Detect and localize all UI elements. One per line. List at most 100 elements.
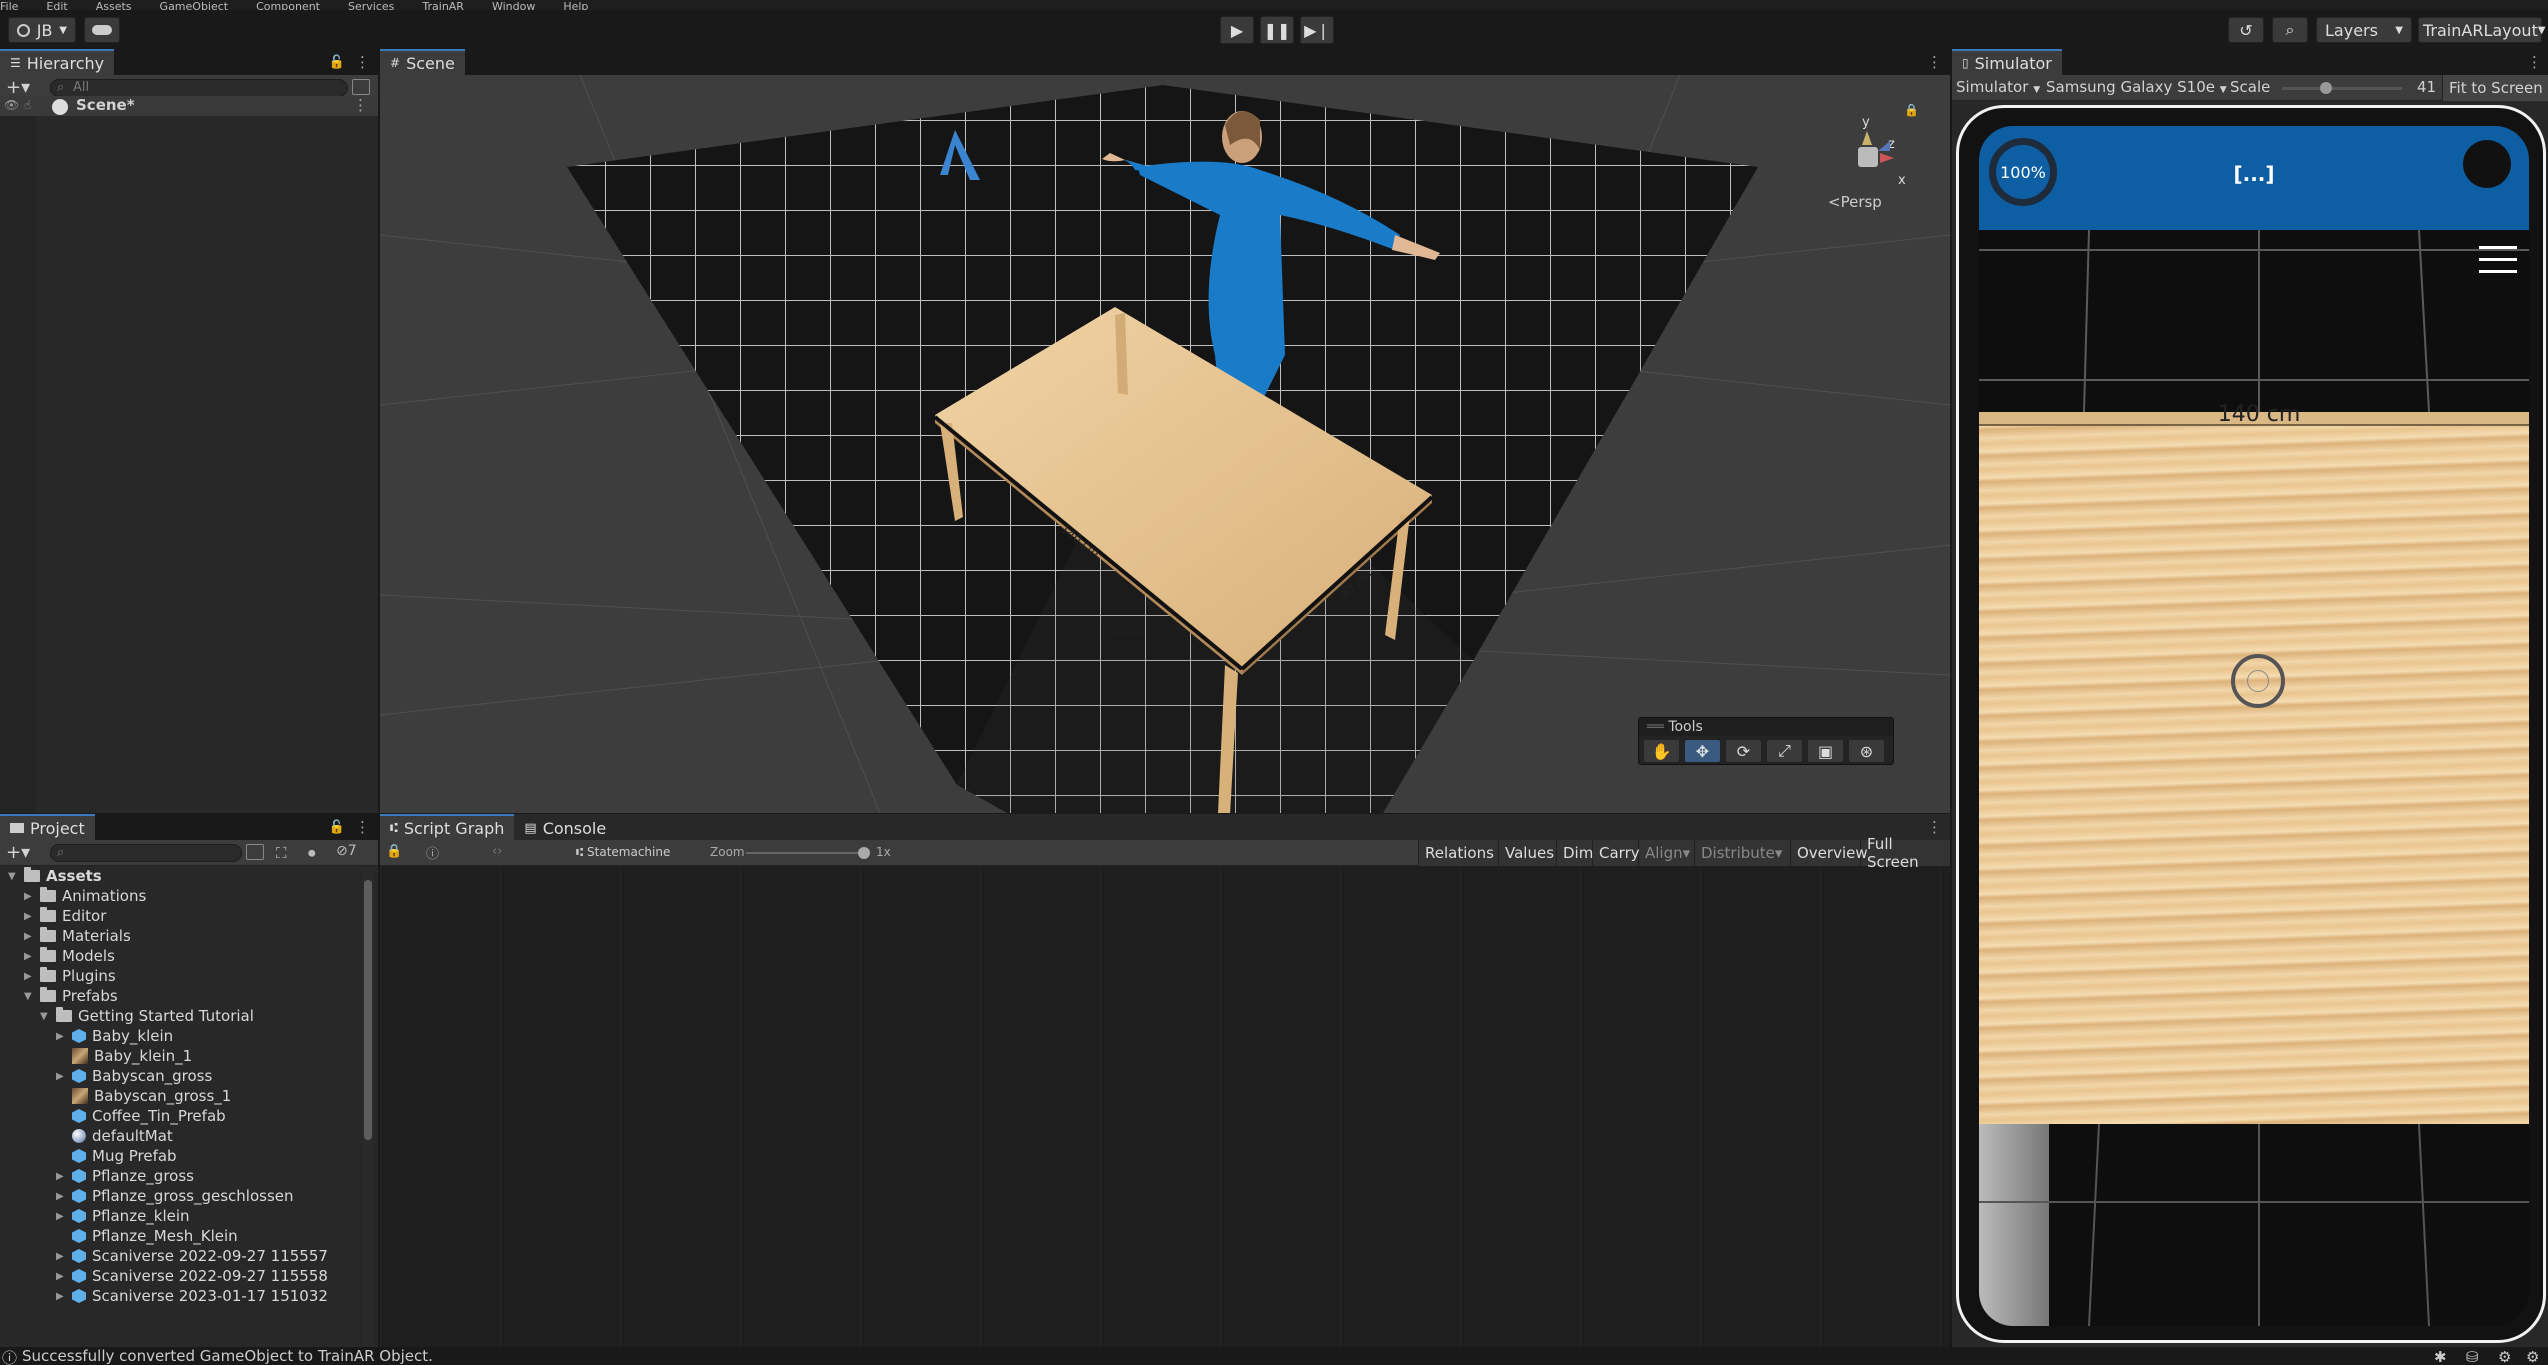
account-dropdown[interactable]: JB ▼ bbox=[8, 17, 76, 43]
collapsed-arrow-icon[interactable]: ▶ bbox=[56, 1211, 66, 1222]
search-by-type-icon[interactable] bbox=[246, 844, 264, 860]
project-tree-row[interactable]: ▼ Getting Started Tutorial bbox=[0, 1006, 254, 1026]
lock-icon[interactable]: 🔓 bbox=[329, 55, 345, 70]
project-tree-row[interactable]: ▶ Pflanze_klein bbox=[0, 1206, 190, 1226]
project-tree-row[interactable]: ▶ Editor bbox=[0, 906, 106, 926]
collapsed-arrow-icon[interactable]: ▶ bbox=[24, 891, 34, 902]
scale-slider[interactable] bbox=[2282, 82, 2402, 94]
play-button[interactable]: ▶ bbox=[1220, 16, 1254, 44]
collapsed-arrow-icon[interactable]: ▶ bbox=[56, 1031, 66, 1042]
menu-item-window[interactable]: Window bbox=[492, 1, 535, 10]
hand-tool-button[interactable]: ✋ bbox=[1643, 739, 1680, 763]
kebab-menu-icon[interactable]: ⋮ bbox=[1927, 818, 1942, 836]
scale-tool-button[interactable]: ⤢ bbox=[1766, 739, 1803, 763]
project-search-input[interactable]: ⌕ bbox=[50, 844, 242, 862]
layers-dropdown[interactable]: Layers ▼ bbox=[2316, 17, 2412, 43]
status-message[interactable]: Successfully converted GameObject to Tra… bbox=[22, 1347, 433, 1365]
project-tree-row[interactable]: defaultMat bbox=[0, 1126, 173, 1146]
collapsed-arrow-icon[interactable]: ▶ bbox=[24, 911, 34, 922]
graph-align-button[interactable]: Align ▾ bbox=[1638, 840, 1694, 866]
project-tree-row[interactable]: Pflanze_Mesh_Klein bbox=[0, 1226, 238, 1246]
scene-row[interactable]: 👁 ☝ Scene* ⋮ bbox=[0, 96, 378, 116]
graph-relations-button[interactable]: Relations bbox=[1418, 840, 1498, 866]
simulator-mode-dropdown[interactable]: Simulator ▼ bbox=[1956, 78, 2040, 96]
transform-tool-button[interactable]: ⊛ bbox=[1848, 739, 1885, 763]
gizmo-y-cone[interactable] bbox=[1862, 131, 1872, 145]
project-tree-row[interactable]: ▶ Plugins bbox=[0, 966, 116, 986]
persp-toggle[interactable]: <Persp bbox=[1828, 193, 1882, 211]
project-tree-row[interactable]: ▶ Babyscan_gross bbox=[0, 1066, 212, 1086]
collapsed-arrow-icon[interactable]: ▶ bbox=[24, 951, 34, 962]
device-dropdown[interactable]: Samsung Galaxy S10e ▼ bbox=[2046, 78, 2227, 96]
menu-item-edit[interactable]: Edit bbox=[46, 1, 67, 10]
orientation-gizmo[interactable]: 🔒 y z x <Persp bbox=[1828, 103, 1920, 219]
graph-full-screen-button[interactable]: Full Screen bbox=[1860, 835, 1950, 871]
project-tree-row[interactable]: ▶ Animations bbox=[0, 886, 146, 906]
project-scrollbar[interactable] bbox=[362, 868, 374, 1346]
project-tree-row[interactable]: ▼ Assets bbox=[0, 866, 102, 886]
tab-console[interactable]: ▤ Console bbox=[514, 814, 617, 840]
rotate-tool-button[interactable]: ⟳ bbox=[1725, 739, 1762, 763]
kebab-menu-icon[interactable]: ⋮ bbox=[355, 818, 370, 836]
hidden-packages-toggle[interactable]: ⊘7 bbox=[336, 843, 357, 859]
project-tree-row[interactable]: Coffee_Tin_Prefab bbox=[0, 1106, 226, 1126]
project-tree-row[interactable]: ▼ Prefabs bbox=[0, 986, 118, 1006]
collapsed-arrow-icon[interactable]: ▶ bbox=[56, 1291, 66, 1302]
kebab-menu-icon[interactable]: ⋮ bbox=[353, 96, 368, 114]
collapsed-arrow-icon[interactable]: ▶ bbox=[24, 931, 34, 942]
collapsed-arrow-icon[interactable]: ▶ bbox=[56, 1251, 66, 1262]
scale-slider-thumb[interactable] bbox=[2320, 82, 2333, 94]
cache-icon[interactable]: ⛁ bbox=[2466, 1348, 2479, 1365]
debug-icon[interactable]: ✱ bbox=[2434, 1348, 2447, 1365]
expanded-arrow-icon[interactable]: ▼ bbox=[40, 1011, 50, 1022]
collapsed-arrow-icon[interactable]: ▶ bbox=[56, 1271, 66, 1282]
collapsed-arrow-icon[interactable]: ▶ bbox=[56, 1191, 66, 1202]
step-button[interactable]: ▶❘ bbox=[1300, 16, 1334, 44]
menu-item-services[interactable]: Services bbox=[348, 1, 394, 10]
graph-values-button[interactable]: Values bbox=[1498, 840, 1556, 866]
tab-script-graph[interactable]: ⑆ Script Graph bbox=[380, 814, 515, 840]
search-by-type-icon[interactable] bbox=[352, 79, 370, 95]
lock-icon[interactable]: 🔒 bbox=[1904, 103, 1919, 117]
gizmo-x-cone[interactable] bbox=[1880, 153, 1894, 163]
add-icon[interactable]: +▾ bbox=[6, 842, 30, 863]
project-tree-row[interactable]: ▶ Baby_klein bbox=[0, 1026, 173, 1046]
layout-dropdown[interactable]: TrainARLayout ▼ bbox=[2418, 17, 2546, 43]
project-tree-row[interactable]: ▶ Pflanze_gross bbox=[0, 1166, 194, 1186]
project-tree-row[interactable]: ▶ Scaniverse 2023-01-17 151032 bbox=[0, 1286, 328, 1306]
tab-scene[interactable]: # Scene bbox=[380, 49, 465, 75]
project-tree-row[interactable]: ▶ Scaniverse 2022-09-27 115558 bbox=[0, 1266, 328, 1286]
collapsed-arrow-icon[interactable]: ▶ bbox=[56, 1171, 66, 1182]
menu-item-trainar[interactable]: TrainAR bbox=[422, 1, 464, 10]
kebab-menu-icon[interactable]: ⋮ bbox=[2527, 53, 2542, 71]
scene-viewport[interactable]: 140 cm 80 cm bbox=[380, 75, 1950, 813]
project-tree-row[interactable]: ▶ Materials bbox=[0, 926, 131, 946]
project-tree-row[interactable]: Mug Prefab bbox=[0, 1146, 177, 1166]
visibility-icon[interactable]: 👁 bbox=[4, 98, 19, 112]
menu-item-assets[interactable]: Assets bbox=[96, 1, 132, 10]
move-tool-button[interactable]: ✥ bbox=[1684, 739, 1721, 763]
menu-item-file[interactable]: File bbox=[0, 1, 18, 10]
tab-project[interactable]: Project bbox=[0, 814, 95, 840]
tools-title-bar[interactable]: ══ Tools bbox=[1639, 718, 1893, 736]
hamburger-menu-icon[interactable] bbox=[2479, 246, 2517, 276]
project-tree-row[interactable]: ▶ Pflanze_gross_geschlossen bbox=[0, 1186, 294, 1206]
project-tree-row[interactable]: ▶ Models bbox=[0, 946, 115, 966]
menu-item-help[interactable]: Help bbox=[563, 1, 588, 10]
kebab-menu-icon[interactable]: ⋮ bbox=[1927, 53, 1942, 71]
collapsed-arrow-icon[interactable]: ▶ bbox=[56, 1071, 66, 1082]
settings-icon[interactable]: ⚙ bbox=[2526, 1348, 2539, 1365]
pickable-icon[interactable]: ☝ bbox=[24, 98, 31, 112]
phone-screen[interactable]: 100% [...] 140 cm bbox=[1979, 126, 2529, 1326]
expanded-arrow-icon[interactable]: ▼ bbox=[8, 871, 18, 882]
add-icon[interactable]: +▾ bbox=[6, 77, 30, 98]
project-tree-row[interactable]: ▶ Scaniverse 2022-09-27 115557 bbox=[0, 1246, 328, 1266]
graph-carry-button[interactable]: Carry bbox=[1592, 840, 1640, 866]
kebab-menu-icon[interactable]: ⋮ bbox=[355, 53, 370, 71]
graph-canvas[interactable] bbox=[380, 867, 1950, 1347]
label-icon[interactable]: ⏺ bbox=[308, 844, 316, 862]
collapsed-arrow-icon[interactable]: ▶ bbox=[24, 971, 34, 982]
project-scrollbar-thumb[interactable] bbox=[364, 880, 372, 1140]
tab-hierarchy[interactable]: ☰ Hierarchy bbox=[0, 49, 115, 75]
rect-tool-button[interactable]: ▣ bbox=[1807, 739, 1844, 763]
